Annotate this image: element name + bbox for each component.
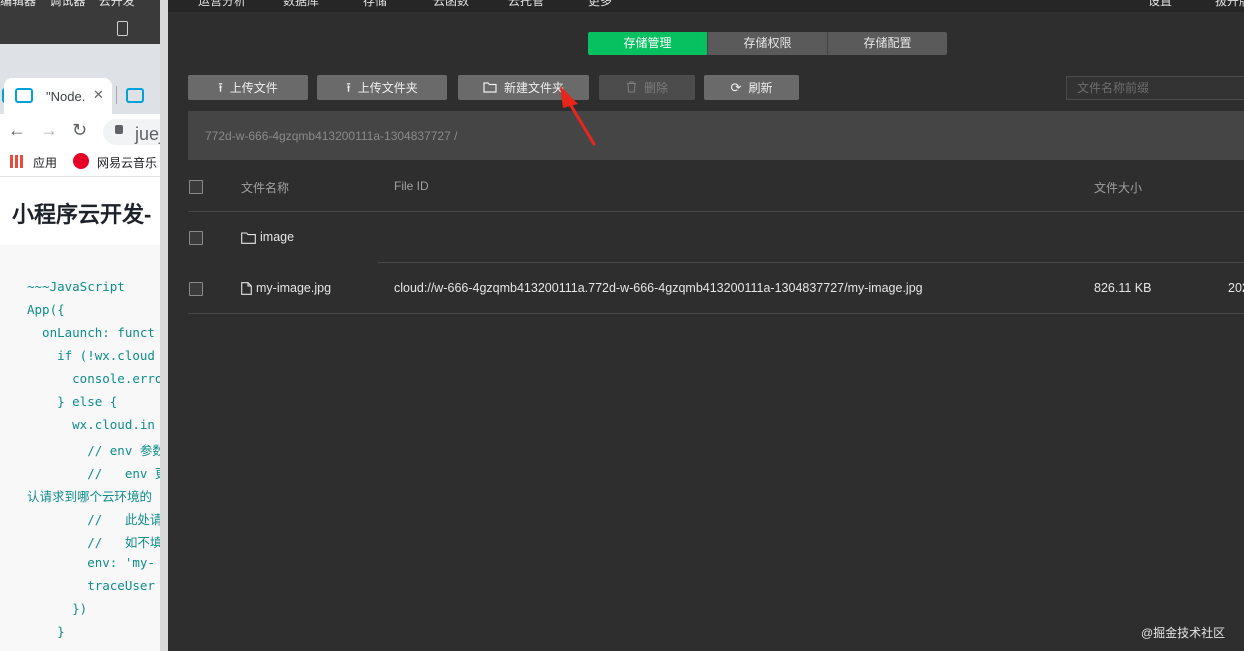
menu-database[interactable]: 数据库 xyxy=(283,0,319,9)
bilibili-icon xyxy=(15,88,33,103)
watermark: @掘金技术社区 xyxy=(1141,626,1226,640)
background-browser-window: 编辑器 调试器 云开发 "Node. ✕ ← → ↻ juej 应用 网易云音乐… xyxy=(0,0,165,651)
tab-storage-config[interactable]: 存储配置 xyxy=(828,32,947,55)
menu-functions[interactable]: 云函数 xyxy=(433,0,469,9)
devtools-top-bar: 编辑器 调试器 云开发 xyxy=(0,0,165,44)
column-header-size[interactable]: 文件大小 xyxy=(1094,179,1142,196)
upload-file-button[interactable]: ⭱ 上传文件 xyxy=(188,75,308,100)
code-line: // 如不填 xyxy=(27,535,163,550)
lock-icon xyxy=(115,125,123,134)
bookmarks-bar: 应用 网易云音乐 xyxy=(0,148,165,177)
code-line: // 此处请 xyxy=(27,512,163,527)
code-block: ~~~JavaScript App({ onLaunch: funct if (… xyxy=(0,245,165,651)
code-line: onLaunch: funct xyxy=(27,325,155,340)
menu-cloud[interactable]: 云开发 xyxy=(99,0,135,8)
code-line: env: 'my- xyxy=(27,555,155,570)
article-title: 小程序云开发- xyxy=(12,202,152,227)
upload-icon: ⭱ xyxy=(346,80,351,95)
code-line: }) xyxy=(27,601,88,616)
tab-storage-management[interactable]: 存储管理 xyxy=(588,32,708,55)
devtools-top-menu: 编辑器 调试器 云开发 xyxy=(0,0,145,9)
code-line: } else { xyxy=(27,394,118,409)
cloud-storage-panel: 运营分析 数据库 存储 云函数 云托管 更多 设置 拔开版 存储管理 存储权限 … xyxy=(168,0,1244,651)
upload-icon: ⭱ xyxy=(218,80,223,95)
bilibili-icon[interactable] xyxy=(126,88,144,103)
file-date: 202 xyxy=(1228,281,1244,295)
refresh-icon: ⟳ xyxy=(730,80,742,95)
phone-icon[interactable] xyxy=(117,21,128,36)
menu-cloud-run[interactable]: 云托管 xyxy=(508,0,544,9)
code-line: console.erro xyxy=(27,371,163,386)
breadcrumb-path[interactable]: 772d-w-666-4gzqmb413200111a-1304837727 / xyxy=(205,129,457,143)
delete-button[interactable]: 删除 xyxy=(599,75,695,100)
file-id: cloud://w-666-4gzqmb413200111a.772d-w-66… xyxy=(394,281,923,295)
file-name[interactable]: image xyxy=(260,230,294,244)
menu-analytics[interactable]: 运营分析 xyxy=(198,0,246,9)
code-line: wx.cloud.in xyxy=(27,417,155,432)
menu-settings[interactable]: 设置 xyxy=(1148,0,1172,9)
tab-divider xyxy=(116,86,117,104)
reload-icon[interactable]: ↻ xyxy=(72,120,87,141)
netease-music-icon xyxy=(73,153,89,169)
table-divider xyxy=(188,211,1244,212)
file-size: 826.11 KB xyxy=(1094,281,1152,295)
new-folder-label: 新建文件夹 xyxy=(503,81,564,95)
code-line: if (!wx.cloud xyxy=(27,348,155,363)
tab-storage-permissions[interactable]: 存储权限 xyxy=(708,32,828,55)
apps-grid-icon[interactable] xyxy=(10,155,23,168)
menu-more[interactable]: 更多 xyxy=(588,0,612,9)
refresh-label: 刷新 xyxy=(748,81,773,95)
table-divider xyxy=(378,262,1244,263)
bookmark-netease[interactable]: 网易云音乐 xyxy=(97,154,157,171)
delete-label: 删除 xyxy=(643,81,668,95)
menu-storage[interactable]: 存储 xyxy=(363,0,387,9)
address-text: juej xyxy=(135,124,164,144)
breadcrumb: 772d-w-666-4gzqmb413200111a-1304837727 / xyxy=(188,111,1244,160)
code-line: App({ xyxy=(27,302,65,317)
window-divider xyxy=(160,0,168,651)
code-line: traceUser xyxy=(27,578,155,593)
browser-tab-title: "Node. xyxy=(46,89,86,104)
address-bar[interactable]: juej xyxy=(103,119,165,145)
column-header-name[interactable]: 文件名称 xyxy=(241,179,289,196)
menu-upgrade[interactable]: 拔开版 xyxy=(1215,0,1244,9)
menu-editor[interactable]: 编辑器 xyxy=(0,0,36,8)
close-icon[interactable]: ✕ xyxy=(93,87,104,103)
folder-icon xyxy=(241,232,256,244)
table-divider xyxy=(188,313,1244,314)
trash-icon xyxy=(626,80,637,95)
code-line: 认请求到哪个云环境的 xyxy=(27,489,153,504)
file-icon xyxy=(241,282,252,295)
menu-debugger[interactable]: 调试器 xyxy=(49,0,85,8)
back-arrow-icon[interactable]: ← xyxy=(8,120,26,141)
upload-file-label: 上传文件 xyxy=(229,81,278,95)
refresh-button[interactable]: ⟳ 刷新 xyxy=(704,75,799,100)
file-name[interactable]: my-image.jpg xyxy=(256,281,331,295)
upload-folder-label: 上传文件夹 xyxy=(357,81,418,95)
browser-tab-strip: "Node. ✕ xyxy=(0,44,165,114)
console-top-menu: 运营分析 数据库 存储 云函数 云托管 更多 设置 拔开版 xyxy=(168,0,1244,12)
new-folder-button[interactable]: 新建文件夹 xyxy=(458,75,589,100)
code-line: // env 参数 xyxy=(27,443,165,458)
file-prefix-search-input[interactable] xyxy=(1066,76,1244,100)
browser-nav-bar: ← → ↻ juej xyxy=(0,114,165,148)
code-line: // env 更 xyxy=(27,466,165,481)
forward-arrow-icon[interactable]: → xyxy=(40,120,58,141)
upload-folder-button[interactable]: ⭱ 上传文件夹 xyxy=(317,75,447,100)
row-checkbox[interactable] xyxy=(189,282,203,296)
bookmark-apps[interactable]: 应用 xyxy=(33,154,57,171)
new-folder-icon xyxy=(483,81,497,95)
select-all-checkbox[interactable] xyxy=(189,180,203,194)
column-header-file-id[interactable]: File ID xyxy=(394,179,429,193)
storage-tabs: 存储管理 存储权限 存储配置 xyxy=(588,32,947,55)
code-line: } xyxy=(27,624,65,639)
row-checkbox[interactable] xyxy=(189,231,203,245)
code-line: ~~~JavaScript xyxy=(27,279,125,294)
